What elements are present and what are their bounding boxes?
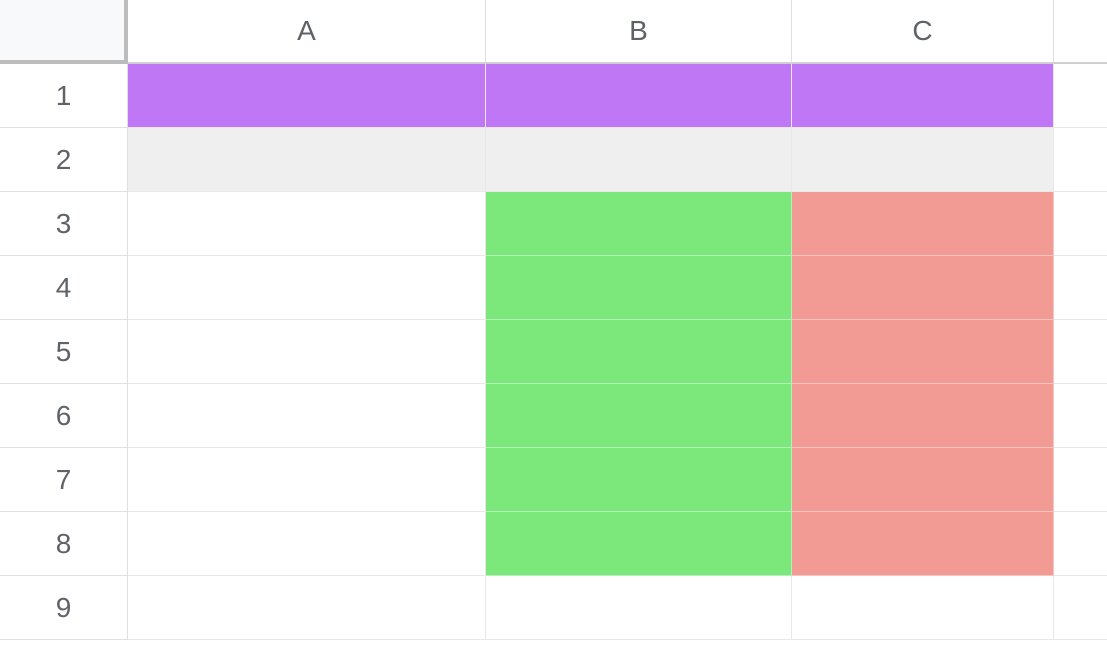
gutter-3 [1054,192,1107,256]
column-header-A[interactable]: A [128,0,486,64]
row-header-1[interactable]: 1 [0,64,128,128]
cell-B5[interactable] [486,320,792,384]
row-header-8[interactable]: 8 [0,512,128,576]
row-header-2[interactable]: 2 [0,128,128,192]
row-header-3[interactable]: 3 [0,192,128,256]
row-header-4[interactable]: 4 [0,256,128,320]
cell-C1[interactable] [792,64,1054,128]
cell-C7[interactable] [792,448,1054,512]
column-header-B[interactable]: B [486,0,792,64]
gutter-5 [1054,320,1107,384]
cell-C2[interactable] [792,128,1054,192]
row-header-9[interactable]: 9 [0,576,128,640]
row-header-5[interactable]: 5 [0,320,128,384]
cell-C9[interactable] [792,576,1054,640]
gutter-9 [1054,576,1107,640]
cell-B9[interactable] [486,576,792,640]
cell-C6[interactable] [792,384,1054,448]
cell-C5[interactable] [792,320,1054,384]
gutter-2 [1054,128,1107,192]
cell-A7[interactable] [128,448,486,512]
gutter-6 [1054,384,1107,448]
row-header-6[interactable]: 6 [0,384,128,448]
cell-A4[interactable] [128,256,486,320]
cell-B2[interactable] [486,128,792,192]
cell-C3[interactable] [792,192,1054,256]
cell-B8[interactable] [486,512,792,576]
gutter-7 [1054,448,1107,512]
cell-A1[interactable] [128,64,486,128]
cell-A9[interactable] [128,576,486,640]
cell-A6[interactable] [128,384,486,448]
column-header-C[interactable]: C [792,0,1054,64]
gutter-8 [1054,512,1107,576]
cell-A8[interactable] [128,512,486,576]
gutter-1 [1054,64,1107,128]
select-all-corner[interactable] [0,0,128,64]
cell-B7[interactable] [486,448,792,512]
cell-B6[interactable] [486,384,792,448]
row-header-7[interactable]: 7 [0,448,128,512]
gutter-4 [1054,256,1107,320]
cell-B1[interactable] [486,64,792,128]
spreadsheet-grid[interactable]: A B C 1 2 3 4 5 6 7 8 9 [0,0,1107,645]
cell-B4[interactable] [486,256,792,320]
column-header-gutter [1054,0,1107,64]
cell-C8[interactable] [792,512,1054,576]
cell-A2[interactable] [128,128,486,192]
cell-A5[interactable] [128,320,486,384]
cell-A3[interactable] [128,192,486,256]
cell-C4[interactable] [792,256,1054,320]
cell-B3[interactable] [486,192,792,256]
